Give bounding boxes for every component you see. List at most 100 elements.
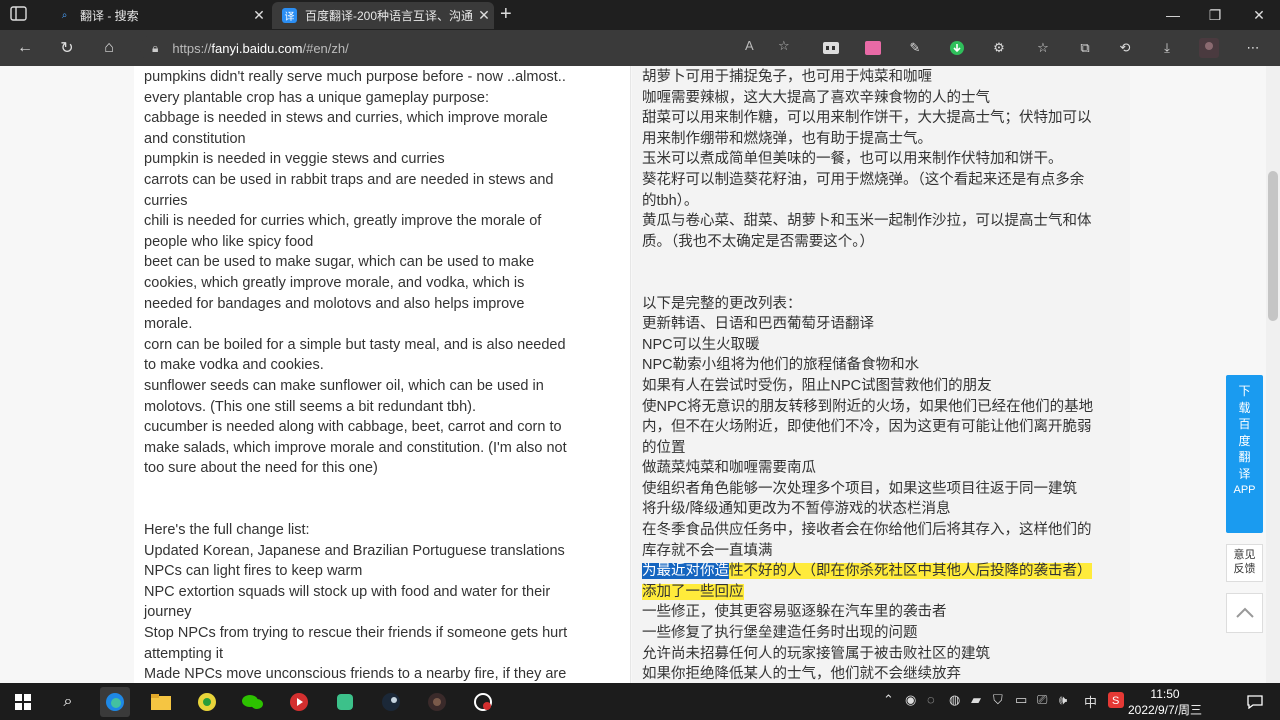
volume-icon[interactable]: 🕪︎ [1059,692,1067,708]
maximize-icon[interactable]: ❐ [1192,0,1238,30]
show-hidden-icons-icon[interactable]: ⌃ [883,692,894,708]
feedback-button[interactable]: 意见 反馈 [1226,544,1263,582]
text-line: 甜菜可以用来制作糖，可以用来制作饼干，大大提高士气；伏特加可以 [642,110,1092,127]
tab-bar: ⌕ 翻译 - 搜索 ✕ 译 百度翻译-200种语言互译、沟通 ✕ + — ❐ ✕ [0,0,1280,30]
new-tab-icon[interactable]: + [500,3,520,26]
address-bar[interactable]: 🔒︎ https://fanyi.baidu.com/#en/zh/ A ☆ [140,34,804,62]
search-icon: ⌕ [61,10,68,21]
collections-icon[interactable]: ⧉ [1074,37,1096,59]
lock-icon: 🔒︎ [152,40,159,55]
tab-search[interactable]: ⌕ 翻译 - 搜索 ✕ [47,2,269,29]
text-line: 允许尚未招募任何人的玩家接管属于被击败社区的建筑 [642,645,990,662]
more-menu-icon[interactable]: ⋯ [1242,37,1264,59]
feedback-label: 反馈 [1233,563,1256,575]
tray-steam-icon[interactable]: ◍ [949,692,960,708]
highlighted-line: 添加了一些回应 [642,583,744,600]
text-line: cookies, which greatly improve morale, a… [144,274,525,291]
app-green-icon[interactable] [330,687,360,717]
tab-actions-icon[interactable] [10,6,30,24]
text-line: pumpkin is needed in veggie stews and cu… [144,151,445,168]
text-line: sunflower seeds can make sunflower oil, … [144,377,544,394]
text-line: cabbage is needed in stews and curries, … [144,110,548,127]
home-icon[interactable]: ⌂ [96,36,122,60]
text-line: NPCs can light fires to keep warm [144,563,363,580]
text-line: cucumber is needed along with cabbage, b… [144,419,562,436]
baidu-translate-icon: 译 [282,8,297,23]
text-line: 使NPC将无意识的朋友转移到附近的火场，如果他们已经在他们的基地 [642,398,1094,415]
text-line: Here's the full change list: [144,522,310,539]
close-tab-icon[interactable]: ✕ [474,7,494,24]
highlighted-line: 为最近对你造性不好的人（即在你杀死社区中其他人后投降的袭击者） [642,563,1092,580]
search-icon[interactable]: ⌕ [53,687,83,717]
tray-nvidia-icon[interactable]: ▰ [971,692,981,708]
download-label: 下 [1238,384,1251,398]
extension-download-icon[interactable] [946,37,968,59]
text-line: 做蔬菜炖菜和咖喱需要南瓜 [642,460,816,477]
nav-bar: ← ↻ ⌂ 🔒︎ https://fanyi.baidu.com/#en/zh/… [0,30,1280,66]
close-window-icon[interactable]: ✕ [1236,0,1280,30]
recording-icon[interactable] [468,687,498,717]
avatar[interactable] [1198,37,1220,59]
tray-app-1-icon[interactable]: ◉ [905,692,916,708]
download-label: 百 [1238,417,1251,431]
text-line [144,479,594,500]
favorite-add-icon[interactable]: ☆ [778,38,790,54]
back-to-top-button[interactable] [1226,593,1263,633]
text-line: 咖喱需要辣椒，这大大提高了喜欢辛辣食物的人的士气 [642,89,990,106]
text-line: attempting it [144,645,223,662]
extension-2-icon[interactable] [862,37,884,59]
video-player-icon[interactable] [284,687,314,717]
text-line: 将升级/降级通知更改为不暂停游戏的状态栏消息 [642,501,951,518]
text-line: curries [144,192,188,209]
extension-3-icon[interactable]: ✎ [904,37,926,59]
game-icon[interactable] [422,687,452,717]
windows-start-icon[interactable] [8,687,38,717]
minimize-icon[interactable]: — [1150,0,1196,30]
favorites-icon[interactable]: ☆ [1032,37,1054,59]
text-line: corn can be boiled for a simple but tast… [144,336,566,353]
text-line: people who like spicy food [144,233,314,250]
file-explorer-icon[interactable] [146,687,176,717]
steam-icon[interactable] [376,687,406,717]
text-line: journey [144,604,192,621]
app-yellow-icon[interactable] [192,687,222,717]
extensions-icon[interactable]: ⚙ [988,37,1010,59]
history-icon[interactable]: ⟲ [1114,37,1136,59]
text-line: 的位置 [642,439,686,456]
scrollbar-thumb[interactable] [1268,171,1278,321]
source-text[interactable]: pumpkins didn't really serve much purpos… [144,67,594,683]
tray-disk-icon[interactable]: ▭ [1015,692,1027,708]
extension-1-icon[interactable] [820,37,842,59]
notifications-icon[interactable] [1240,687,1270,717]
feedback-label: 意见 [1233,549,1256,561]
page-scrollbar[interactable] [1266,66,1280,683]
text-line: carrots can be used in rabbit traps and … [144,171,554,188]
downloads-icon[interactable]: ⤓ [1156,37,1178,59]
text-line: Updated Korean, Japanese and Brazilian P… [144,542,565,559]
ime-indicator[interactable]: 中 [1084,692,1097,711]
tray-app-2-icon[interactable]: ◌ [927,692,935,707]
download-label: 译 [1238,466,1251,481]
tab-baidu-fanyi[interactable]: 译 百度翻译-200种语言互译、沟通 ✕ [272,2,494,29]
tray-security-icon[interactable]: ⛉ [993,692,1003,708]
wechat-icon[interactable] [238,687,268,717]
network-icon[interactable]: ⎚ [1037,692,1047,708]
tab-title: 百度翻译-200种语言互译、沟通 [305,9,474,23]
text-line: needed for bandages and molotovs and als… [144,295,525,312]
text-line [144,499,594,520]
back-icon[interactable]: ← [12,36,38,60]
refresh-icon[interactable]: ↻ [54,36,80,60]
text-line: 葵花籽可以制造葵花籽油，可用于燃烧弹。（这个看起来还是有点多余 [642,171,1085,188]
text-line [642,252,1112,273]
text-line: 用来制作绷带和燃烧弹，也有助于提高士气。 [642,130,932,147]
target-text-panel: 胡萝卜可用于捕捉兔子，也可用于炖菜和咖喱 咖喱需要辣椒，这大大提高了喜欢辛辣食物的… [632,66,1130,683]
text-line [642,273,1112,294]
source-text-panel[interactable]: pumpkins didn't really serve much purpos… [134,66,631,683]
read-aloud-icon[interactable]: A [745,38,754,53]
text-line: NPC勒索小组将为他们的旅程储备食物和水 [642,357,920,374]
close-tab-icon[interactable]: ✕ [249,7,269,24]
clock[interactable]: 11:50 2022/9/7/周三 [1100,686,1230,718]
edge-icon[interactable] [100,687,130,717]
tab-title: 翻译 - 搜索 [80,9,139,23]
download-app-button[interactable]: 下 载 百 度 翻 译 APP [1226,375,1263,533]
